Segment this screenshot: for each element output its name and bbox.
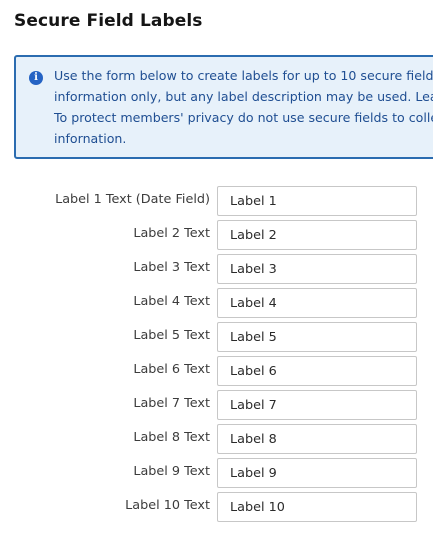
label-9-text-label: Label 9 Text — [133, 464, 210, 479]
label-8-input[interactable] — [217, 424, 417, 454]
form-row-label-9: Label 9 Text — [0, 458, 433, 492]
form-row-label-10: Label 10 Text — [0, 492, 433, 526]
alert-line: infornation. — [54, 131, 127, 146]
label-8-text-label: Label 8 Text — [133, 430, 210, 445]
label-2-text-label: Label 2 Text — [133, 226, 210, 241]
info-circle-icon: i — [29, 71, 43, 85]
form-row-label-1: Label 1 Text (Date Field) — [0, 186, 433, 220]
form-row-label-3: Label 3 Text — [0, 254, 433, 288]
form-row-label-6: Label 6 Text — [0, 356, 433, 390]
label-5-input[interactable] — [217, 322, 417, 352]
label-3-input[interactable] — [217, 254, 417, 284]
alert-line: information only, but any label descript… — [54, 89, 433, 104]
label-4-text-label: Label 4 Text — [133, 294, 210, 309]
label-10-text-label: Label 10 Text — [125, 498, 210, 513]
form-row-label-2: Label 2 Text — [0, 220, 433, 254]
alert-message: Use the form below to create labels for … — [54, 65, 433, 149]
form-row-label-4: Label 4 Text — [0, 288, 433, 322]
label-7-text-label: Label 7 Text — [133, 396, 210, 411]
form-row-label-7: Label 7 Text — [0, 390, 433, 424]
label-10-input[interactable] — [217, 492, 417, 522]
label-1-input[interactable] — [217, 186, 417, 216]
label-4-input[interactable] — [217, 288, 417, 318]
page-title: Secure Field Labels — [14, 11, 203, 31]
label-6-text-label: Label 6 Text — [133, 362, 210, 377]
label-3-text-label: Label 3 Text — [133, 260, 210, 275]
label-7-input[interactable] — [217, 390, 417, 420]
label-9-input[interactable] — [217, 458, 417, 488]
label-2-input[interactable] — [217, 220, 417, 250]
alert-line: To protect members' privacy do not use s… — [54, 110, 433, 125]
form-row-label-8: Label 8 Text — [0, 424, 433, 458]
alert-line: Use the form below to create labels for … — [54, 68, 433, 83]
secure-labels-form: Label 1 Text (Date Field) Label 2 Text L… — [0, 186, 433, 526]
form-row-label-5: Label 5 Text — [0, 322, 433, 356]
info-alert: i Use the form below to create labels fo… — [14, 55, 433, 159]
label-6-input[interactable] — [217, 356, 417, 386]
label-1-text-label: Label 1 Text (Date Field) — [55, 192, 210, 207]
label-5-text-label: Label 5 Text — [133, 328, 210, 343]
